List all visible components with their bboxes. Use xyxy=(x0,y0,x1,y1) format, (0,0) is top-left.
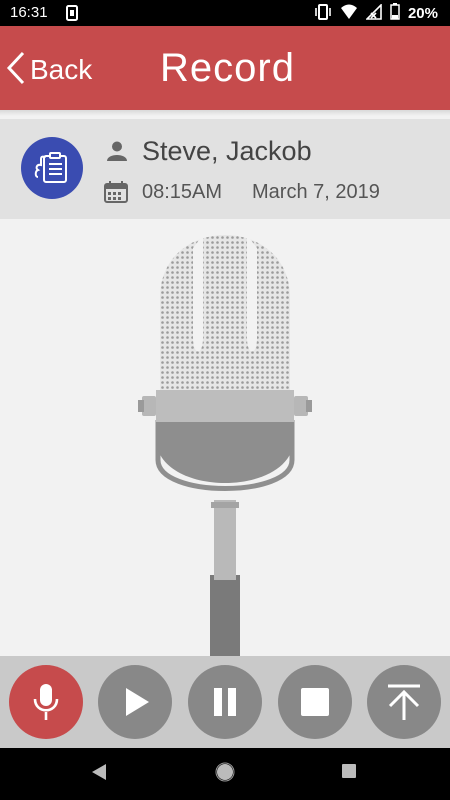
nav-recents-button[interactable] xyxy=(340,762,358,785)
pause-button[interactable] xyxy=(188,665,262,739)
signal-icon xyxy=(365,2,382,24)
status-bar: 16:31 20% xyxy=(0,0,450,26)
battery-percent: 20% xyxy=(407,5,438,22)
play-icon xyxy=(126,688,149,716)
divider xyxy=(0,110,450,116)
record-button[interactable] xyxy=(9,665,83,739)
vibrate-icon xyxy=(314,3,332,24)
back-button[interactable]: Back xyxy=(6,48,92,92)
recorder-controls xyxy=(0,656,450,748)
navigation-bar xyxy=(0,748,450,800)
battery-icon xyxy=(390,3,400,24)
page-title: Record xyxy=(160,46,295,90)
upload-button[interactable] xyxy=(367,665,441,739)
stop-icon xyxy=(301,688,329,716)
nav-back-button[interactable] xyxy=(90,762,108,787)
nav-home-button[interactable] xyxy=(215,762,235,787)
stop-button[interactable] xyxy=(278,665,352,739)
microphone-illustration xyxy=(130,230,320,663)
appointment-card: Steve, Jackob 08:15AM March 7, 2019 xyxy=(0,119,450,219)
patient-chart-icon xyxy=(34,152,67,183)
patient-name: Steve, Jackob xyxy=(142,136,312,166)
wifi-icon xyxy=(340,4,358,24)
pause-icon xyxy=(214,688,236,716)
avatar[interactable] xyxy=(21,137,83,199)
home-circle-icon xyxy=(215,762,235,782)
appointment-time: 08:15AM xyxy=(142,181,223,203)
back-label: Back xyxy=(30,54,93,85)
calendar-icon xyxy=(104,181,128,208)
microphone-icon xyxy=(33,684,59,720)
appointment-date: March 7, 2019 xyxy=(252,181,380,203)
chevron-left-icon xyxy=(6,51,26,90)
back-triangle-icon xyxy=(92,764,106,780)
status-time: 16:31 xyxy=(10,4,48,21)
app-bar: Back Record xyxy=(0,26,450,110)
upload-icon xyxy=(388,684,420,720)
download-notification-icon xyxy=(66,5,78,25)
play-button[interactable] xyxy=(98,665,172,739)
recents-square-icon xyxy=(342,764,356,778)
person-icon xyxy=(106,140,128,167)
